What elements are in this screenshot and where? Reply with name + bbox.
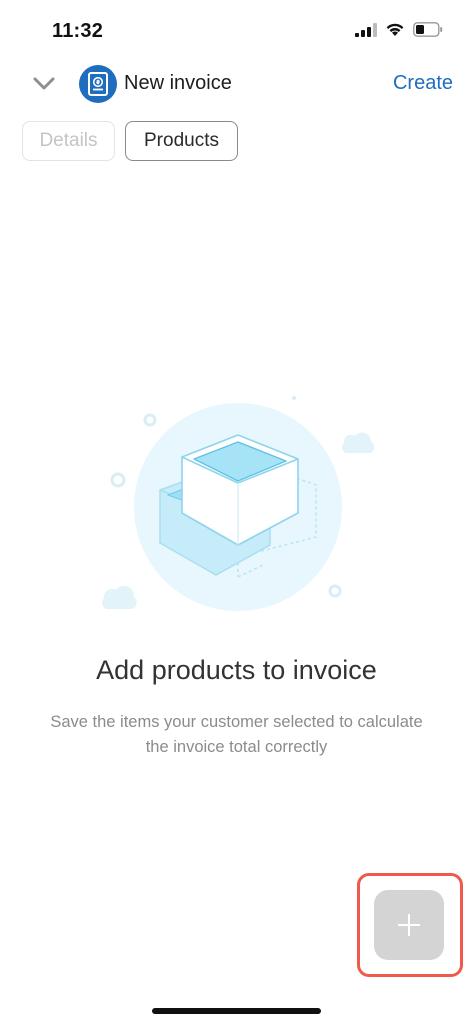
plus-icon	[398, 914, 420, 936]
invoice-avatar	[79, 65, 117, 103]
page-title: New invoice	[124, 72, 232, 94]
product-boxes-illustration	[102, 396, 375, 611]
header: New invoice Create	[0, 60, 473, 110]
collapse-button[interactable]	[30, 70, 58, 98]
battery-icon	[413, 22, 443, 37]
tab-details[interactable]: Details	[22, 121, 115, 161]
status-time: 11:32	[52, 20, 104, 42]
cellular-signal-icon	[355, 22, 377, 37]
tab-bar: Details Products	[22, 121, 238, 161]
create-button[interactable]: Create	[393, 72, 453, 95]
add-product-button[interactable]	[374, 890, 444, 960]
home-indicator	[152, 1008, 321, 1014]
wifi-icon	[386, 23, 404, 36]
empty-state-subtitle: Save the items your customer selected to…	[50, 713, 423, 756]
invoice-document-icon	[88, 72, 108, 96]
chevron-down-icon	[33, 77, 55, 90]
tab-products[interactable]: Products	[125, 121, 238, 161]
status-icons	[355, 22, 443, 37]
empty-state-title: Add products to invoice	[96, 655, 377, 685]
status-bar: 11:32	[0, 0, 473, 60]
